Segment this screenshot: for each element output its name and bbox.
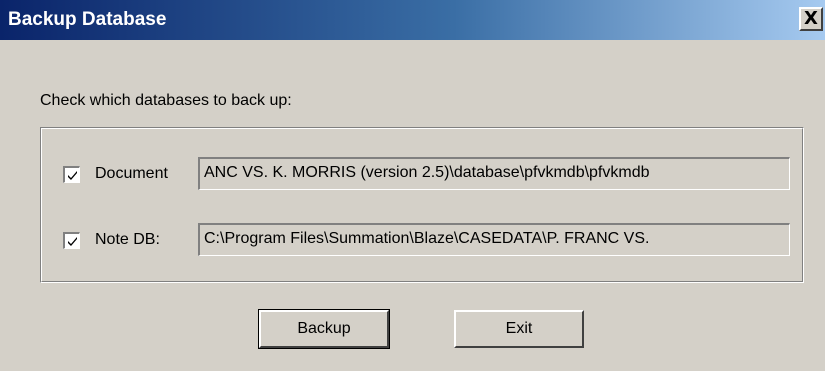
exit-button[interactable]: Exit xyxy=(454,310,584,348)
backup-button[interactable]: Backup xyxy=(258,309,390,349)
note-db-path-field[interactable]: C:\Program Files\Summation\Blaze\CASEDAT… xyxy=(198,223,790,256)
checkmark-icon xyxy=(68,237,77,246)
close-button[interactable]: X xyxy=(799,7,823,31)
document-path-field[interactable]: ANC VS. K. MORRIS (version 2.5)\database… xyxy=(198,157,790,190)
document-label: Document xyxy=(95,165,168,182)
title-bar[interactable]: Backup Database X xyxy=(0,0,825,40)
note-db-checkbox[interactable] xyxy=(63,232,80,249)
close-icon: X xyxy=(804,8,818,29)
backup-database-dialog: Backup Database X Check which databases … xyxy=(0,0,825,371)
instructions-label: Check which databases to back up: xyxy=(40,92,292,109)
document-checkbox[interactable] xyxy=(63,166,80,183)
note-db-label: Note DB: xyxy=(95,231,160,248)
checkmark-icon xyxy=(68,171,77,180)
window-title: Backup Database xyxy=(8,9,167,30)
databases-group xyxy=(40,127,804,283)
